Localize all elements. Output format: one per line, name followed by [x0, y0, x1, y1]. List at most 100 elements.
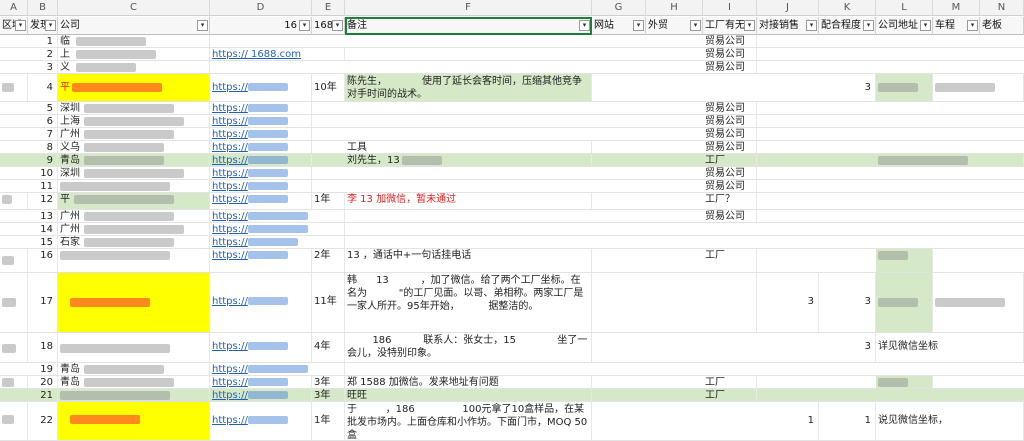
- header-boss[interactable]: 老板: [980, 17, 1024, 35]
- store-link[interactable]: https://: [212, 390, 248, 401]
- sales-cell[interactable]: 1: [757, 402, 819, 440]
- address-cell[interactable]: [876, 249, 933, 272]
- row-number[interactable]: 3: [28, 61, 58, 73]
- region-cell[interactable]: [0, 376, 28, 388]
- factory-cell[interactable]: 贸易公司: [703, 48, 757, 60]
- col-letter-j[interactable]: J: [757, 0, 819, 16]
- store-link[interactable]: https://: [212, 168, 248, 179]
- company-cell[interactable]: 青岛: [58, 376, 210, 388]
- region-cell[interactable]: [0, 249, 28, 272]
- company-cell[interactable]: 上海: [58, 115, 210, 127]
- table-row[interactable]: 13 广州 https:// 贸易公司: [0, 210, 1024, 223]
- header-1688[interactable]: 1688 ▾: [312, 17, 345, 35]
- store-link[interactable]: https:// 1688.com: [212, 49, 301, 60]
- company-cell[interactable]: 广州: [58, 210, 210, 222]
- store-link[interactable]: https://: [212, 116, 248, 127]
- factory-cell[interactable]: 贸易公司: [703, 141, 757, 153]
- factory-cell[interactable]: 贸易公司: [703, 102, 757, 114]
- row-number[interactable]: 16: [28, 249, 58, 272]
- boss-cell[interactable]: [933, 74, 1024, 101]
- link-cell[interactable]: https://: [210, 363, 345, 375]
- company-cell[interactable]: 青岛: [58, 154, 210, 166]
- company-cell[interactable]: 深圳: [58, 167, 210, 179]
- factory-cell[interactable]: 贸易公司: [703, 167, 757, 179]
- store-link[interactable]: https://: [212, 181, 248, 192]
- filter-dropdown-icon[interactable]: ▾: [806, 20, 817, 31]
- row-number[interactable]: 22: [28, 402, 58, 440]
- store-link[interactable]: https://: [212, 377, 248, 388]
- store-link[interactable]: https://: [212, 250, 248, 261]
- company-cell[interactable]: [58, 389, 210, 401]
- col-letter-i[interactable]: I: [703, 0, 757, 16]
- filter-dropdown-icon[interactable]: ▾: [744, 20, 755, 31]
- store-link[interactable]: https://: [212, 155, 248, 166]
- link-cell[interactable]: https://: [210, 236, 345, 248]
- row-number[interactable]: 18: [28, 333, 58, 362]
- store-link[interactable]: https://: [212, 224, 248, 235]
- company-cell[interactable]: 义: [58, 61, 210, 73]
- header-cooperation[interactable]: 配合程度 ▾: [819, 17, 876, 35]
- region-cell[interactable]: [0, 333, 28, 362]
- company-cell[interactable]: 平: [58, 74, 210, 101]
- factory-cell[interactable]: 工厂: [703, 389, 757, 401]
- boss-cell[interactable]: [933, 273, 1024, 332]
- row-number[interactable]: 21: [28, 389, 58, 401]
- row-number[interactable]: 20: [28, 376, 58, 388]
- company-cell[interactable]: [58, 180, 210, 192]
- row-number[interactable]: 5: [28, 102, 58, 114]
- header-16[interactable]: 16 ▾: [210, 17, 312, 35]
- link-cell[interactable]: https:// 1688.com: [210, 48, 345, 60]
- address-cell[interactable]: 详见微信坐标: [876, 333, 1024, 362]
- factory-cell[interactable]: 贸易公司: [703, 61, 757, 73]
- note-cell[interactable]: 韩 13 ，加了微信。给了两个工厂坐标。在名为 "的工厂见面。以哥、弟相称。两家…: [345, 273, 592, 332]
- table-row[interactable]: 18 https:// 4年 186 联系人：张女士，15 坐了一会儿，没特别印…: [0, 333, 1024, 363]
- row-number[interactable]: 9: [28, 154, 58, 166]
- col-letter-b[interactable]: B: [28, 0, 58, 16]
- table-row[interactable]: 1 临 贸易公司: [0, 35, 1024, 48]
- years-cell[interactable]: 3年: [312, 389, 345, 401]
- region-cell[interactable]: [0, 74, 28, 101]
- header-foreign-trade[interactable]: 外贸 ▾: [646, 17, 703, 35]
- factory-cell[interactable]: 工厂: [703, 154, 757, 166]
- row-number[interactable]: 8: [28, 141, 58, 153]
- header-sales-contact[interactable]: 对接销售（ ▾: [757, 17, 819, 35]
- years-cell[interactable]: 10年: [312, 74, 345, 101]
- header-drive-time[interactable]: 车程 ▾: [933, 17, 980, 35]
- link-cell[interactable]: https://: [210, 102, 312, 114]
- filter-dropdown-icon[interactable]: ▾: [15, 20, 26, 31]
- region-cell[interactable]: [0, 402, 28, 440]
- cooperation-cell[interactable]: 1: [819, 402, 876, 440]
- address-cell[interactable]: 说见微信坐标，: [876, 402, 1024, 440]
- cooperation-cell[interactable]: 3: [819, 74, 876, 101]
- store-link[interactable]: https://: [212, 296, 248, 307]
- company-cell[interactable]: [58, 273, 210, 332]
- table-row[interactable]: 10 深圳 https:// 贸易公司: [0, 167, 1024, 180]
- sales-cell[interactable]: 3: [757, 273, 819, 332]
- store-link[interactable]: https://: [212, 82, 248, 93]
- company-cell[interactable]: 广州: [58, 223, 210, 235]
- row-number[interactable]: 13: [28, 210, 58, 222]
- company-cell[interactable]: 义乌: [58, 141, 210, 153]
- link-cell[interactable]: https://: [210, 74, 312, 101]
- row-number[interactable]: 10: [28, 167, 58, 179]
- company-cell[interactable]: [58, 249, 210, 272]
- table-row[interactable]: 17 https:// 11年 韩 13 ，加了微信。给了两个工厂坐标。在名为 …: [0, 273, 1024, 333]
- store-link[interactable]: https://: [212, 211, 248, 222]
- company-cell[interactable]: 深圳: [58, 102, 210, 114]
- store-link[interactable]: https://: [212, 103, 248, 114]
- filter-dropdown-icon[interactable]: ▾: [633, 20, 644, 31]
- col-letter-a[interactable]: A: [0, 0, 28, 16]
- header-factory[interactable]: 工厂有无 ▾: [703, 17, 757, 35]
- table-row[interactable]: 20 青岛 https:// 3年 郑 1588 加微信。发来地址有问题 工厂: [0, 376, 1024, 389]
- years-cell[interactable]: 1年: [312, 402, 345, 440]
- table-row[interactable]: 11 https:// 贸易公司: [0, 180, 1024, 193]
- link-cell[interactable]: https://: [210, 115, 312, 127]
- col-letter-h[interactable]: H: [646, 0, 703, 16]
- filter-dropdown-icon[interactable]: ▾: [967, 20, 978, 31]
- address-cell[interactable]: [876, 376, 933, 388]
- company-cell[interactable]: 石家: [58, 236, 210, 248]
- link-cell[interactable]: https://: [210, 193, 312, 209]
- company-cell[interactable]: [58, 402, 210, 440]
- address-cell[interactable]: [876, 154, 1024, 166]
- col-letter-m[interactable]: M: [933, 0, 980, 16]
